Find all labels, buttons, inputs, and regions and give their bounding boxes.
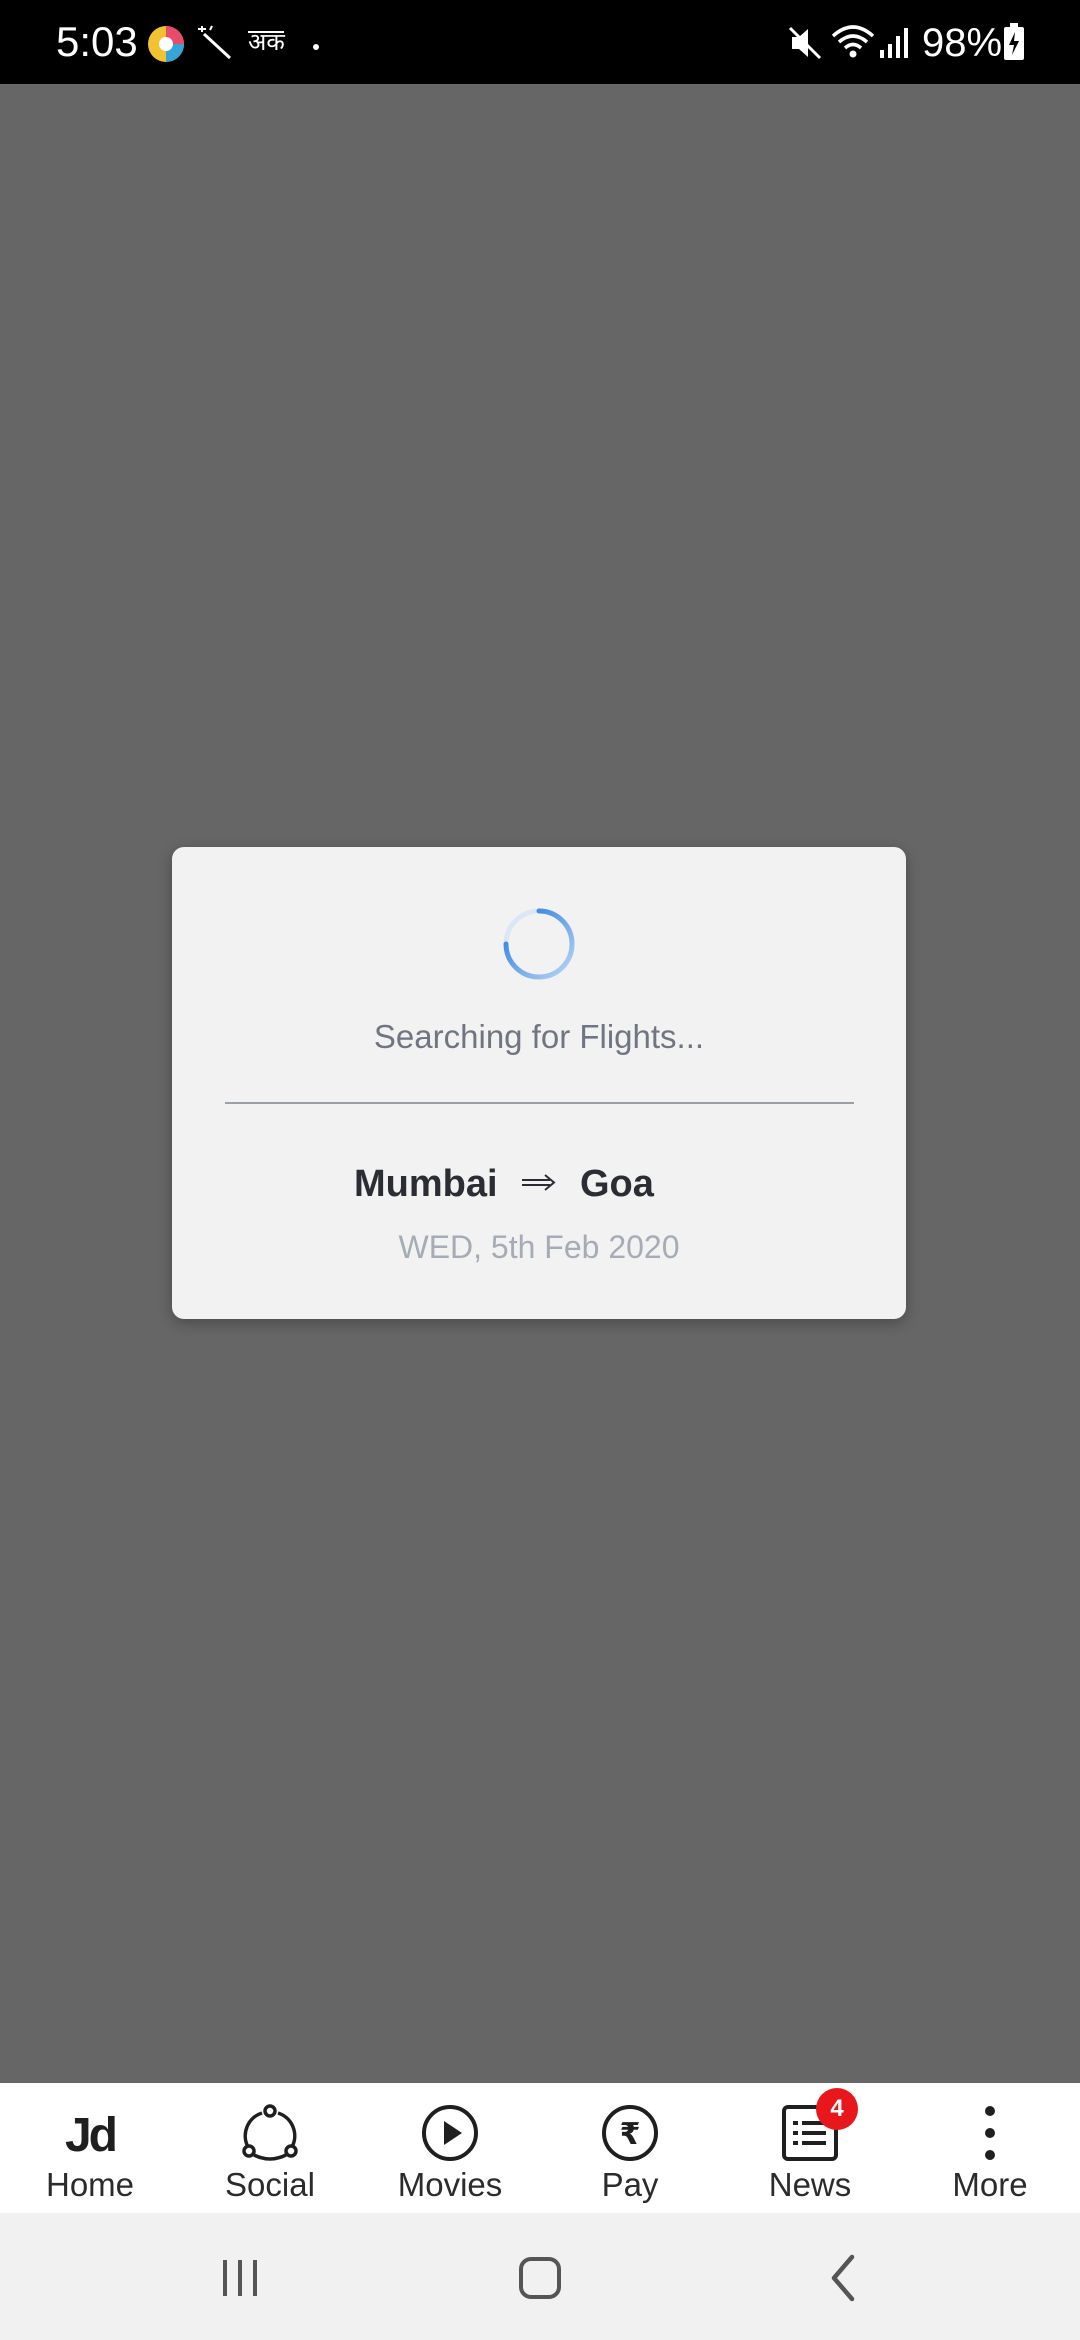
magic-wand-icon (196, 24, 234, 67)
nav-more[interactable]: More (900, 2083, 1080, 2213)
jd-logo-icon: Jd (60, 2103, 120, 2163)
destination-city: Goa (580, 1163, 654, 1205)
wifi-icon (830, 22, 876, 67)
signal-icon (878, 26, 912, 65)
recent-apps-icon[interactable] (205, 2243, 275, 2313)
searching-status-text: Searching for Flights... (373, 1018, 705, 1055)
nav-movies-label: Movies (397, 2166, 503, 2203)
home-button-icon[interactable] (505, 2243, 575, 2313)
svg-text:Jd: Jd (65, 2109, 116, 2162)
bottom-navigation: Jd Home Social Movies ₹ Pay News More (0, 2083, 1080, 2213)
rupee-icon: ₹ (600, 2103, 660, 2163)
app-icon-multicolor (146, 24, 186, 69)
social-network-icon (240, 2103, 300, 2163)
nav-news-label: News (768, 2166, 852, 2203)
nav-more-label: More (952, 2166, 1028, 2203)
status-bar: 5:03 अक 98% (0, 0, 1080, 84)
battery-percentage: 98% (922, 21, 1003, 65)
arrow-right-icon (520, 1173, 556, 1193)
nav-pay-label: Pay (601, 2166, 659, 2203)
flight-search-loading-dialog: Searching for Flights... Mumbai Goa WED,… (172, 847, 906, 1319)
status-time: 5:03 (56, 18, 138, 65)
nav-social-label: Social (225, 2166, 315, 2203)
dot-icon (312, 38, 320, 56)
play-icon (420, 2103, 480, 2163)
nav-news[interactable]: News (720, 2083, 900, 2213)
flight-route: Mumbai Goa (172, 1161, 906, 1207)
divider (225, 1102, 854, 1104)
hindi-keyboard-icon: अक (248, 26, 288, 65)
more-vertical-icon (960, 2103, 1020, 2163)
travel-date: WED, 5th Feb 2020 (398, 1229, 680, 1265)
svg-text:₹: ₹ (620, 2117, 641, 2152)
news-notification-badge: 4 (816, 2088, 858, 2130)
nav-social[interactable]: Social (180, 2083, 360, 2213)
loading-spinner-icon (501, 906, 577, 982)
origin-city: Mumbai (354, 1163, 498, 1205)
nav-home-label: Home (45, 2166, 135, 2203)
system-navigation-bar (0, 2213, 1080, 2340)
mute-icon (788, 24, 824, 67)
nav-movies[interactable]: Movies (360, 2083, 540, 2213)
nav-home[interactable]: Jd Home (0, 2083, 180, 2213)
nav-pay[interactable]: ₹ Pay (540, 2083, 720, 2213)
back-button-icon[interactable] (808, 2243, 878, 2313)
battery-charging-icon (1002, 22, 1026, 67)
